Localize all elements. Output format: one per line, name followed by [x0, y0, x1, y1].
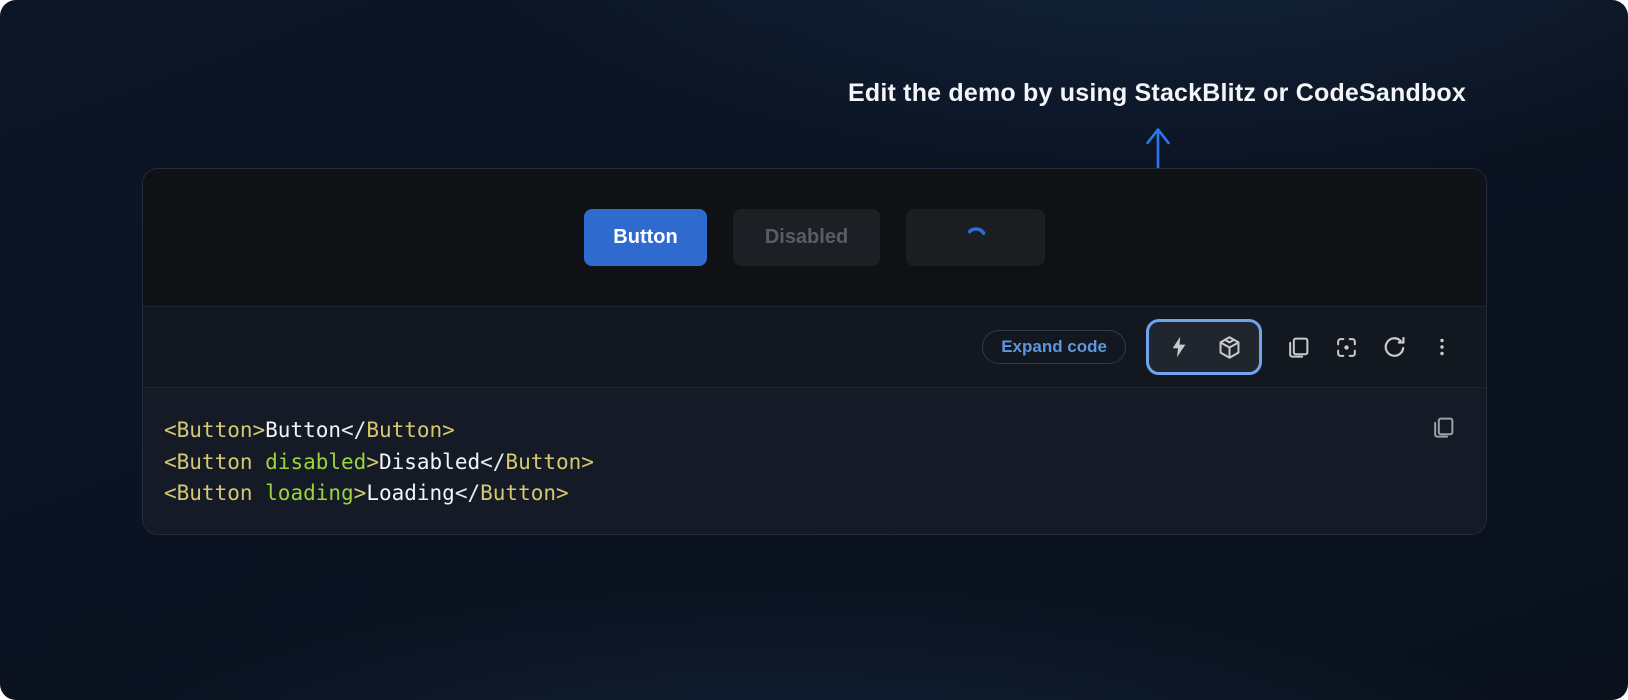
copy-icon[interactable] — [1278, 327, 1318, 367]
disabled-button-label: Disabled — [765, 226, 848, 249]
more-icon[interactable] — [1422, 327, 1462, 367]
app-window: Edit the demo by using StackBlitz or Cod… — [0, 0, 1628, 700]
stackblitz-icon[interactable] — [1158, 326, 1200, 368]
isolate-icon[interactable] — [1326, 327, 1366, 367]
code-block: <Button>Button</Button><Button disabled>… — [143, 388, 1486, 534]
spinner-icon — [964, 226, 988, 250]
primary-button[interactable]: Button — [584, 209, 707, 266]
code-line: <Button>Button</Button> — [164, 415, 1426, 447]
primary-button-label: Button — [613, 226, 677, 249]
demo-preview: Button Disabled — [143, 169, 1486, 306]
refresh-icon[interactable] — [1374, 327, 1414, 367]
expand-code-button[interactable]: Expand code — [982, 330, 1126, 364]
disabled-button: Disabled — [733, 209, 880, 266]
copy-code-icon[interactable] — [1426, 410, 1460, 444]
code-line: <Button loading>Loading</Button> — [164, 478, 1426, 510]
annotation-title: Edit the demo by using StackBlitz or Cod… — [848, 79, 1466, 108]
demo-toolbar: Expand code — [143, 306, 1486, 388]
code-lines: <Button>Button</Button><Button disabled>… — [164, 415, 1426, 510]
highlighted-icon-group — [1146, 319, 1262, 375]
demo-card: Button Disabled Expand code — [142, 168, 1487, 535]
loading-button[interactable] — [906, 209, 1045, 266]
codesandbox-icon[interactable] — [1208, 326, 1250, 368]
code-line: <Button disabled>Disabled</Button> — [164, 447, 1426, 479]
